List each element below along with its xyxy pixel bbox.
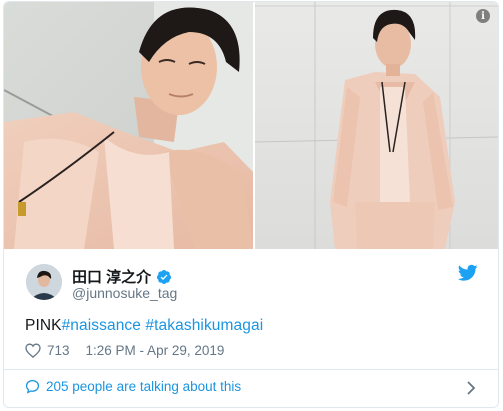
conversation-text[interactable]: 205 people are talking about this (46, 379, 241, 394)
author-display-name[interactable]: 田口 淳之介 (72, 266, 172, 287)
conversation-link[interactable]: 205 people are talking about this (25, 379, 241, 394)
tweet-card: i 田口 淳之介 @junnosuke_tag PINK#naissance #… (3, 1, 499, 408)
like-count[interactable]: 713 (47, 343, 70, 358)
tweet-text: PINK#naissance #takashikumagai (25, 317, 263, 335)
tweet-meta: 713 1:26 PM - Apr 29, 2019 (25, 343, 224, 358)
author-handle[interactable]: @junnosuke_tag (72, 285, 177, 301)
verified-badge-icon (157, 269, 172, 284)
twitter-bird-icon[interactable] (458, 264, 478, 282)
speech-bubble-icon (25, 379, 40, 394)
media-row: i (4, 2, 498, 249)
hashtag-takashikumagai[interactable]: #takashikumagai (145, 317, 263, 334)
divider (4, 369, 498, 370)
heart-icon[interactable] (25, 343, 41, 358)
info-icon[interactable]: i (476, 9, 490, 23)
tweet-photo-selfie[interactable] (4, 2, 253, 249)
author-avatar[interactable] (26, 264, 62, 300)
author-name-text[interactable]: 田口 淳之介 (72, 266, 151, 287)
tweet-text-plain: PINK (25, 317, 62, 334)
hashtag-naissance[interactable]: #naissance (62, 317, 141, 334)
chevron-right-icon[interactable] (466, 381, 476, 395)
tweet-timestamp[interactable]: 1:26 PM - Apr 29, 2019 (86, 343, 225, 358)
tweet-photo-standing[interactable]: i (255, 2, 498, 249)
